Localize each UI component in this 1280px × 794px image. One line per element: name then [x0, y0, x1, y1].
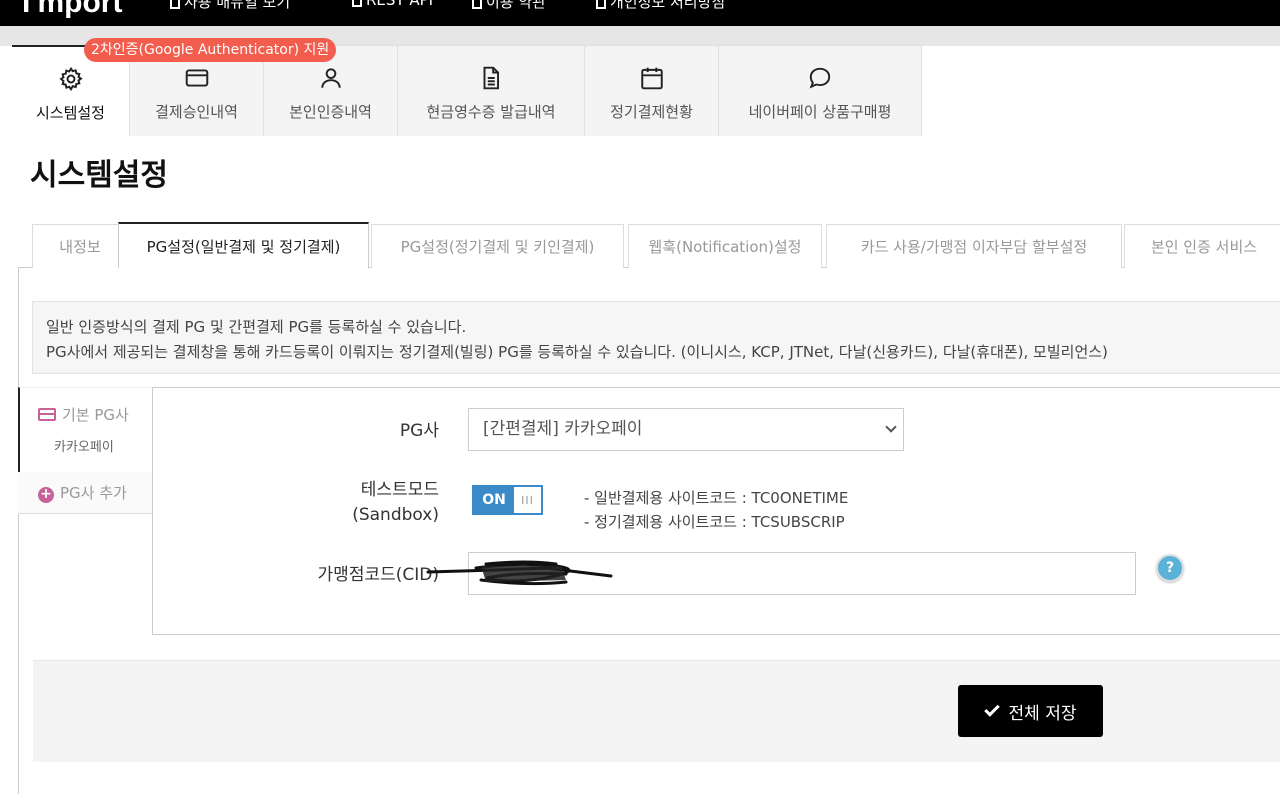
menu-label: 정기결제현황: [610, 103, 693, 121]
document-icon: [596, 0, 606, 9]
code-icon: [352, 0, 362, 7]
book-icon: [170, 0, 180, 9]
tab-my-info[interactable]: 내정보: [32, 224, 128, 268]
help-button[interactable]: ?: [1156, 554, 1184, 582]
credit-card-icon: [38, 408, 56, 421]
info-notice: 일반 인증방식의 결제 PG 및 간편결제 PG를 등록하실 수 있습니다. P…: [32, 301, 1280, 374]
cid-label: 가맹점코드(CID): [317, 565, 439, 585]
nav-link-manual[interactable]: 사용 매뉴얼 보기: [170, 0, 290, 12]
plus-circle-icon: +: [38, 487, 54, 503]
pg-label: PG사: [399, 421, 439, 441]
nav-link-privacy[interactable]: 개인정보 처리방침: [596, 0, 725, 12]
tab-pg-general[interactable]: PG설정(일반결제 및 정기결제): [118, 222, 369, 269]
document-icon: [478, 65, 504, 91]
testmode-label: 테스트모드 (Sandbox): [352, 480, 439, 525]
nav-link-rest-api[interactable]: REST API: [352, 0, 433, 9]
tab-pg-subscription[interactable]: PG설정(정기결제 및 키인결제): [371, 224, 624, 268]
toggle-on-label: ON: [474, 487, 514, 513]
two-factor-badge: 2차인증(Google Authenticator) 지원: [84, 38, 337, 62]
save-all-label: 전체 저장: [1008, 703, 1077, 724]
calendar-icon: [639, 65, 665, 91]
gear-icon: [58, 66, 84, 92]
menu-cash-receipts[interactable]: 현금영수증 발급내역: [398, 45, 585, 136]
save-all-button[interactable]: 전체 저장: [958, 685, 1103, 737]
menu-subscription-status[interactable]: 정기결제현황: [585, 45, 719, 136]
page-title: 시스템설정: [30, 158, 168, 193]
testmode-toggle[interactable]: ON III: [472, 485, 543, 515]
pg-select[interactable]: [간편결제] 카카오페이: [468, 408, 904, 451]
add-pg-button[interactable]: + PG사 추가: [18, 472, 153, 514]
chevron-down-icon: [885, 421, 897, 433]
menu-label: 결제승인내역: [155, 103, 238, 121]
top-navigation-bar: I'mport 사용 매뉴얼 보기 REST API 이용 약관 개인정보 처리…: [0, 0, 1280, 26]
pg-default-title: 기본 PG사: [38, 404, 129, 425]
menu-naverpay-reviews[interactable]: 네이버페이 상품구매평: [719, 45, 922, 136]
menu-label: 네이버페이 상품구매평: [748, 103, 892, 121]
tab-webhook[interactable]: 웹훅(Notification)설정: [628, 224, 822, 268]
pg-list-default[interactable]: 기본 PG사 카카오페이: [18, 387, 153, 472]
pg-default-provider: 카카오페이: [54, 440, 114, 455]
add-pg-label: + PG사 추가: [38, 482, 127, 503]
menu-label: 현금영수증 발급내역: [426, 103, 556, 121]
document-icon: [472, 0, 482, 9]
credit-card-icon: [184, 65, 210, 91]
brand-logo[interactable]: I'mport: [22, 0, 122, 20]
sitecode-general: - 일반결제용 사이트코드 : TC0ONETIME: [584, 489, 849, 507]
sitecode-subscription: - 정기결제용 사이트코드 : TCSUBSCRIP: [584, 513, 845, 531]
nav-link-terms[interactable]: 이용 약관: [472, 0, 546, 12]
menu-label: 본인인증내역: [289, 103, 372, 121]
info-line-2: PG사에서 제공되는 결제창을 통해 카드등록이 이뤄지는 정기결제(빌링) P…: [46, 343, 1108, 361]
user-icon: [318, 65, 344, 91]
redaction-scribble: [426, 560, 613, 586]
check-icon: [983, 701, 1000, 717]
tab-card-installment[interactable]: 카드 사용/가맹점 이자부담 할부설정: [826, 224, 1122, 268]
tab-identity-service[interactable]: 본인 인증 서비스: [1124, 224, 1280, 268]
settings-tabs: 내정보 PG설정(일반결제 및 정기결제) PG설정(정기결제 및 키인결제) …: [18, 222, 1280, 269]
site-codes: - 일반결제용 사이트코드 : TC0ONETIME - 정기결제용 사이트코드…: [584, 486, 848, 534]
info-line-1: 일반 인증방식의 결제 PG 및 간편결제 PG를 등록하실 수 있습니다.: [46, 318, 467, 336]
pg-select-value: [간편결제] 카카오페이: [483, 419, 643, 439]
chat-bubble-icon: [807, 65, 833, 91]
menu-label: 시스템설정: [35, 104, 105, 122]
toggle-knob: III: [521, 493, 534, 507]
